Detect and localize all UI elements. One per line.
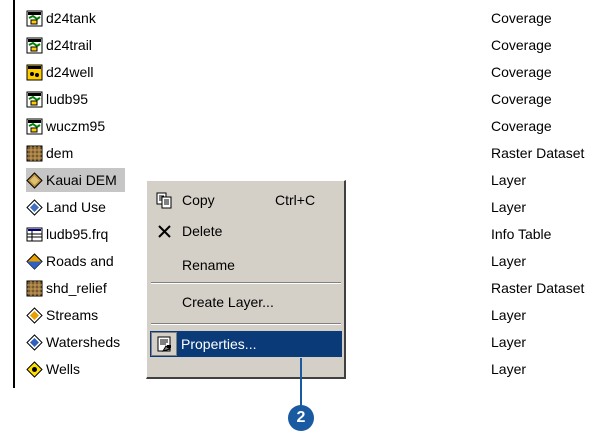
menu-separator — [151, 282, 341, 284]
properties-icon — [151, 332, 177, 356]
menu-label: Copy — [182, 192, 215, 208]
item-type: Coverage — [491, 37, 552, 53]
menu-label: Delete — [182, 223, 223, 239]
list-item[interactable]: wuczm95 — [26, 114, 105, 138]
delete-icon — [150, 218, 178, 244]
item-type: Coverage — [491, 91, 552, 107]
menu-separator — [151, 323, 341, 325]
item-type: Layer — [491, 253, 527, 269]
table-icon — [26, 226, 43, 243]
raster-icon — [26, 145, 43, 162]
item-name: d24tank — [46, 10, 96, 26]
list-item[interactable]: shd_relief — [26, 276, 107, 300]
raster-icon — [26, 280, 43, 297]
item-type: Layer — [491, 172, 527, 188]
list-item[interactable]: d24tank — [26, 6, 96, 30]
item-name: Watersheds — [46, 334, 121, 350]
coverage-icon — [26, 37, 43, 54]
list-item[interactable]: d24well — [26, 60, 93, 84]
item-name: Land Use — [46, 199, 106, 215]
item-type: Coverage — [491, 64, 552, 80]
list-item[interactable]: Wells — [26, 357, 80, 381]
coverage-icon — [26, 118, 43, 135]
item-name: ludb95 — [46, 91, 89, 107]
coverage-icon — [26, 10, 43, 27]
list-item[interactable]: ludb95 — [26, 87, 88, 111]
layer-icon — [26, 198, 43, 216]
item-type: Layer — [491, 334, 527, 350]
list-item[interactable]: dem — [26, 141, 73, 165]
menu-item-properties[interactable]: Properties... — [150, 331, 342, 357]
item-type: Coverage — [491, 118, 552, 134]
item-name: d24trail — [46, 37, 92, 53]
tree-line — [13, 0, 15, 388]
list-item-selected[interactable]: Kauai DEM — [26, 168, 125, 192]
layer-icon — [26, 252, 43, 270]
layer-icon — [26, 360, 43, 378]
item-name: ludb95.frq — [46, 226, 109, 242]
menu-label: Rename — [182, 257, 235, 273]
layer-icon — [26, 333, 43, 351]
item-name: Roads and — [46, 253, 114, 269]
menu-item-create-layer[interactable]: Create Layer... — [150, 289, 342, 315]
menu-item-delete[interactable]: Delete — [150, 218, 342, 244]
copy-icon — [150, 187, 178, 213]
coverage-icon — [26, 64, 43, 81]
item-name: shd_relief — [46, 280, 107, 296]
item-type: Info Table — [491, 226, 552, 242]
item-type: Raster Dataset — [491, 145, 585, 161]
menu-shortcut: Ctrl+C — [275, 192, 316, 208]
item-name: Streams — [46, 307, 99, 323]
item-name: Kauai DEM — [46, 172, 117, 188]
menu-label: Properties... — [181, 336, 257, 352]
item-name: wuczm95 — [46, 118, 106, 134]
item-name: Wells — [46, 361, 80, 377]
item-name: dem — [46, 145, 74, 161]
coverage-icon — [26, 91, 43, 108]
step-callout: 2 — [288, 405, 314, 431]
context-menu: Copy Ctrl+C Delete Rename Create Layer..… — [146, 180, 346, 379]
list-item[interactable]: d24trail — [26, 33, 92, 57]
item-type: Raster Dataset — [491, 280, 585, 296]
list-item[interactable]: Watersheds — [26, 330, 120, 354]
item-type: Layer — [491, 361, 527, 377]
item-type: Layer — [491, 199, 527, 215]
list-item[interactable]: ludb95.frq — [26, 222, 108, 246]
layer-icon — [26, 306, 43, 324]
list-item[interactable]: Streams — [26, 303, 98, 327]
list-item[interactable]: Roads and — [26, 249, 114, 273]
item-type: Layer — [491, 307, 527, 323]
menu-item-rename[interactable]: Rename — [150, 252, 342, 278]
menu-label: Create Layer... — [182, 294, 274, 310]
layer-icon — [26, 171, 43, 189]
item-type: Coverage — [491, 10, 552, 26]
list-item[interactable]: Land Use — [26, 195, 106, 219]
menu-item-copy[interactable]: Copy Ctrl+C — [150, 187, 342, 213]
item-name: d24well — [46, 64, 94, 80]
